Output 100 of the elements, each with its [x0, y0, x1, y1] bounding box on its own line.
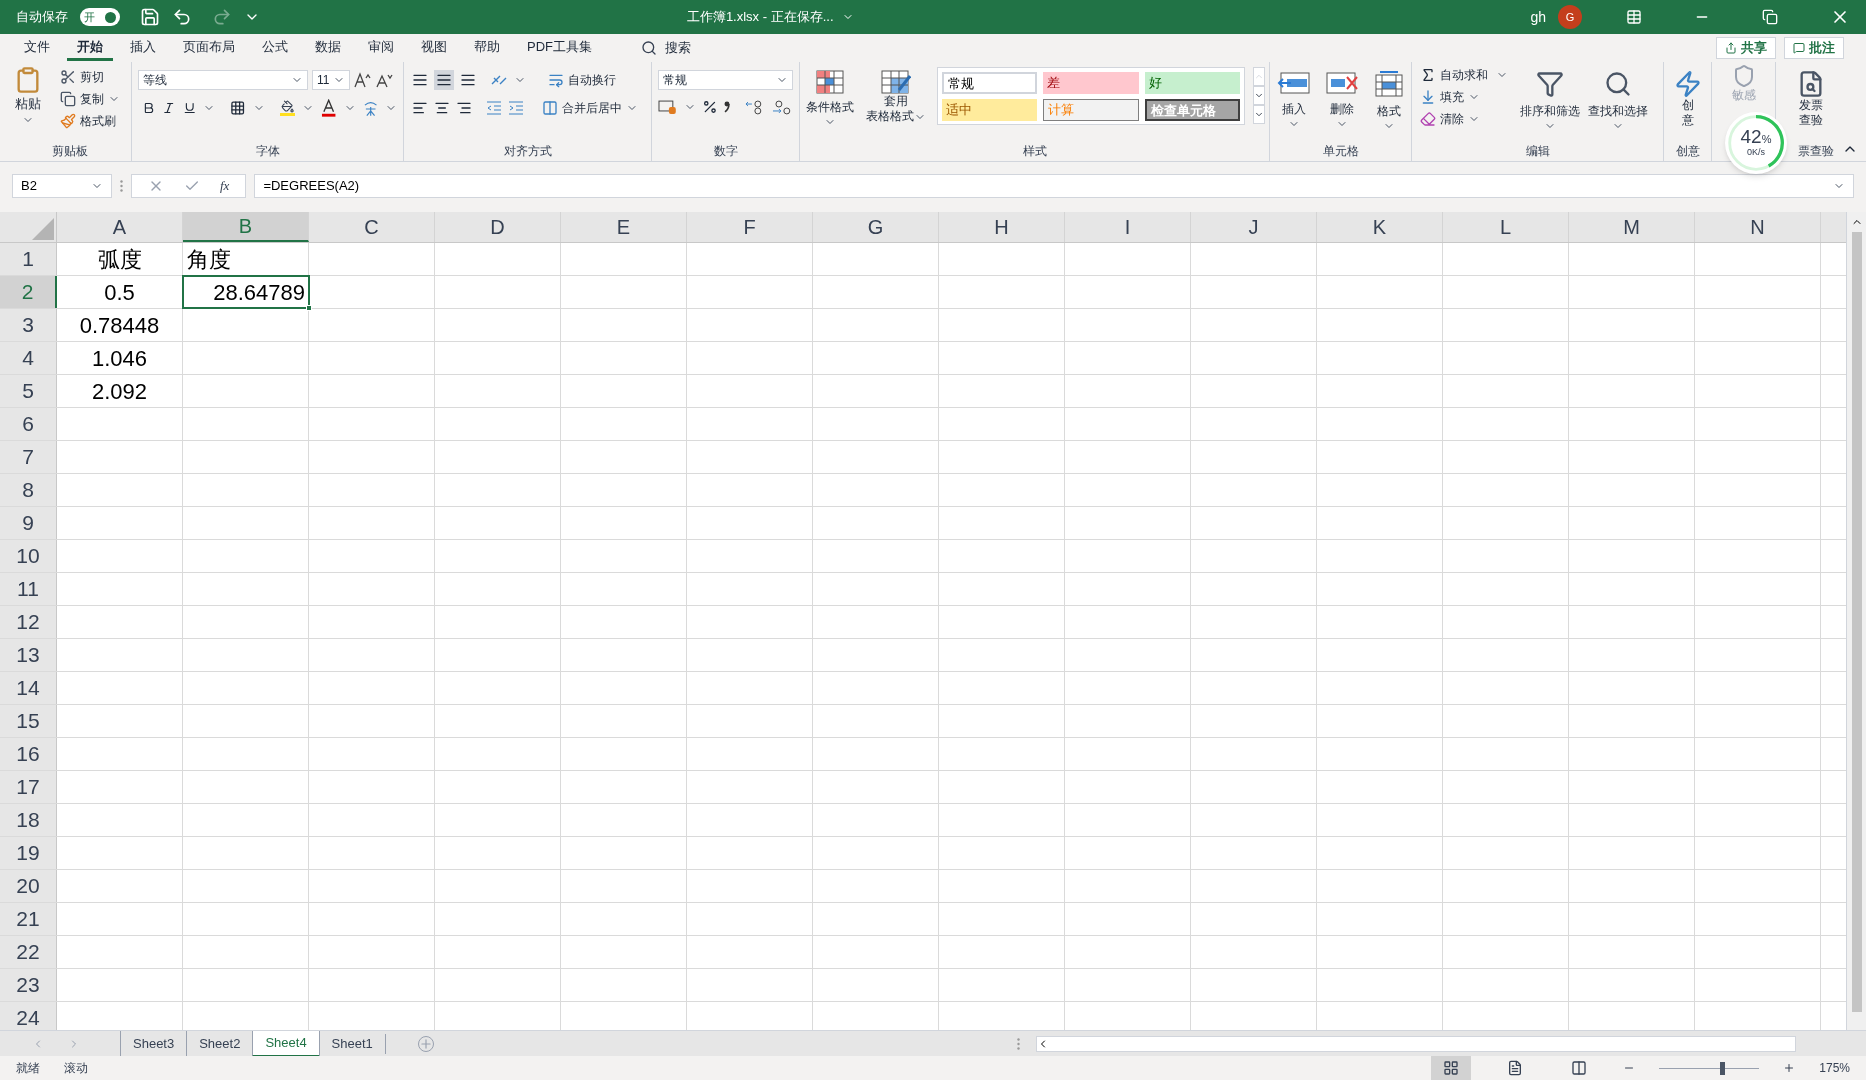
slider-thumb[interactable] [1720, 1061, 1726, 1075]
sheet-tab[interactable]: Sheet4 [252, 1030, 319, 1057]
column-header[interactable]: L [1443, 212, 1569, 242]
undo-icon[interactable] [172, 7, 192, 27]
decrease-decimal-icon[interactable] [771, 99, 793, 115]
row-header[interactable]: 24 [0, 1002, 57, 1030]
clear-button[interactable]: 清除 [1420, 110, 1512, 128]
currency-icon[interactable] [658, 99, 678, 115]
align-center-icon[interactable] [434, 100, 450, 116]
row-header[interactable]: 6 [0, 408, 57, 440]
phonetic-icon[interactable] [362, 99, 378, 117]
row-header[interactable]: 11 [0, 573, 57, 605]
row-header[interactable]: 16 [0, 738, 57, 770]
autosum-button[interactable]: 自动求和 [1420, 66, 1512, 84]
align-left-icon[interactable] [412, 100, 428, 116]
comma-style-icon[interactable] [723, 101, 730, 113]
row-header[interactable]: 14 [0, 672, 57, 704]
fill-color-icon[interactable] [279, 100, 296, 116]
align-top-icon[interactable] [412, 72, 428, 88]
row-header[interactable]: 18 [0, 804, 57, 836]
row-header[interactable]: 10 [0, 540, 57, 572]
cells-button[interactable]: 插入 [1277, 66, 1312, 145]
column-header[interactable]: C [309, 212, 435, 242]
column-header[interactable]: G [813, 212, 939, 242]
column-header[interactable]: E [561, 212, 687, 242]
increase-font-icon[interactable] [354, 72, 372, 88]
column-header[interactable]: B [183, 212, 309, 242]
invoice-check-button[interactable]: 发票 查验 [1785, 66, 1825, 145]
ribbon-tab[interactable]: 页面布局 [173, 35, 245, 61]
cells-button[interactable]: 删除 [1325, 66, 1360, 145]
italic-icon[interactable] [162, 101, 176, 115]
paste-button[interactable]: 粘贴 [8, 66, 48, 145]
fill-button[interactable]: 填充 [1420, 88, 1512, 106]
align-right-icon[interactable] [456, 100, 472, 116]
row-header[interactable]: 21 [0, 903, 57, 935]
number-format-dropdown[interactable]: 常规 [658, 70, 793, 90]
ribbon-tab[interactable]: 帮助 [464, 35, 510, 61]
wrap-text-button[interactable]: 自动换行 [548, 71, 616, 89]
column-header[interactable]: F [687, 212, 813, 242]
bold-icon[interactable] [142, 101, 156, 115]
user-avatar[interactable]: G [1558, 5, 1582, 29]
row-header[interactable]: 2 [0, 276, 57, 308]
row-header[interactable]: 23 [0, 969, 57, 1001]
ideas-button[interactable]: 创 意 [1673, 66, 1702, 145]
font-name-dropdown[interactable]: 等线 [138, 70, 308, 90]
row-header[interactable]: 4 [0, 342, 57, 374]
restore-icon[interactable] [1762, 9, 1778, 25]
find-select-button[interactable]: 查找和选择 [1588, 66, 1648, 145]
search-field[interactable]: 搜索 [633, 38, 699, 58]
row-header[interactable]: 13 [0, 639, 57, 671]
decrease-font-icon[interactable] [376, 72, 394, 88]
copy-button[interactable]: 复制 [60, 90, 120, 108]
cell-style-item[interactable]: 差 [1043, 72, 1139, 94]
align-bottom-icon[interactable] [460, 72, 476, 88]
column-header[interactable]: J [1191, 212, 1317, 242]
row-header[interactable]: 9 [0, 507, 57, 539]
cell-style-item[interactable]: 适中 [941, 99, 1038, 121]
cut-button[interactable]: 剪切 [60, 68, 120, 86]
row-header[interactable]: 17 [0, 771, 57, 803]
zoom-in-icon[interactable] [1783, 1062, 1796, 1074]
ribbon-tab[interactable]: 插入 [120, 35, 166, 61]
sort-filter-button[interactable]: 排序和筛选 [1520, 66, 1580, 145]
horizontal-scrollbar[interactable] [1036, 1035, 1796, 1052]
gallery-more-icon[interactable] [1253, 105, 1265, 124]
row-header[interactable]: 5 [0, 375, 57, 407]
row-header[interactable]: 15 [0, 705, 57, 737]
underline-icon[interactable] [182, 101, 197, 115]
format-as-table-button[interactable]: 套用 表格格式 [863, 66, 929, 145]
share-button[interactable]: 共享 [1716, 37, 1776, 59]
ribbon-tab[interactable]: 开始 [67, 35, 113, 61]
row-header[interactable]: 12 [0, 606, 57, 638]
insert-function-button[interactable]: fx [220, 176, 230, 196]
zoom-slider[interactable] [1659, 1061, 1760, 1075]
cell-style-item[interactable]: 常规 [941, 72, 1038, 94]
conditional-format-button[interactable]: 条件格式 [804, 66, 856, 145]
formula-field[interactable]: =DEGREES(A2) [254, 174, 1854, 198]
column-header[interactable]: N [1695, 212, 1821, 242]
name-box[interactable]: B2 [12, 174, 112, 198]
row-header[interactable]: 20 [0, 870, 57, 902]
borders-icon[interactable] [230, 100, 246, 116]
row-header[interactable]: 7 [0, 441, 57, 473]
ribbon-tab[interactable]: 数据 [305, 35, 351, 61]
align-middle-icon[interactable] [434, 70, 454, 90]
network-speed-toast[interactable]: 42% 0K/s [1725, 112, 1787, 174]
row-header[interactable]: 22 [0, 936, 57, 968]
ribbon-tab[interactable]: PDF工具集 [517, 35, 602, 61]
row-header[interactable]: 8 [0, 474, 57, 506]
save-icon[interactable] [140, 7, 160, 27]
cells-button[interactable]: 格式 [1373, 66, 1404, 145]
vertical-scrollbar[interactable] [1846, 212, 1866, 1030]
autosave-toggle[interactable]: 开 [80, 8, 120, 26]
font-color-icon[interactable] [321, 99, 337, 117]
ribbon-tab[interactable]: 视图 [411, 35, 457, 61]
column-header[interactable]: H [939, 212, 1065, 242]
font-size-dropdown[interactable]: 11 [312, 70, 350, 90]
ribbon-tab[interactable]: 审阅 [358, 35, 404, 61]
column-header[interactable]: M [1569, 212, 1695, 242]
column-header[interactable]: K [1317, 212, 1443, 242]
column-header[interactable]: I [1065, 212, 1191, 242]
comments-button[interactable]: 批注 [1784, 37, 1844, 59]
